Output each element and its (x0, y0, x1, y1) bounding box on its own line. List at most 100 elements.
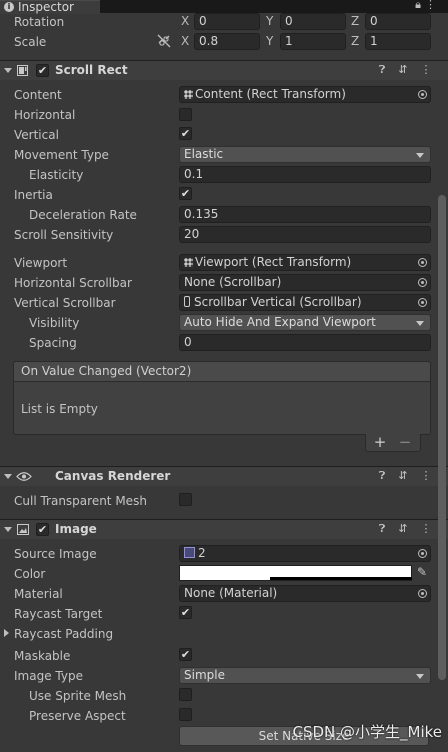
source-image-field[interactable]: 2 (179, 545, 431, 562)
scroll-sensitivity-field[interactable]: 20 (179, 226, 431, 243)
maskable-label: Maskable (14, 649, 71, 663)
scrollbar-icon (184, 296, 190, 307)
object-picker-icon[interactable] (418, 298, 427, 307)
rotation-y-field[interactable]: 0 (280, 13, 346, 30)
rotation-z-axis-label[interactable]: Z (351, 13, 359, 30)
visibility-label: Visibility (29, 316, 80, 330)
source-image-label: Source Image (14, 547, 97, 561)
vertical-label: Vertical (14, 128, 59, 142)
content-field[interactable]: Content (Rect Transform) (179, 86, 431, 103)
image-type-dropdown[interactable]: Simple (179, 667, 431, 684)
component-title: Canvas Renderer (55, 469, 171, 483)
scale-y-field[interactable]: 1 (280, 33, 346, 50)
source-image-value: 2 (198, 546, 206, 560)
object-picker-icon[interactable] (418, 549, 427, 558)
add-listener-button[interactable]: + (370, 434, 390, 451)
raycast-padding-label[interactable]: Raycast Padding (14, 624, 113, 644)
rect-transform-icon (184, 90, 193, 99)
horizontal-label: Horizontal (14, 108, 76, 122)
elasticity-label: Elasticity (29, 168, 84, 182)
horizontal-scrollbar-field[interactable]: None (Scrollbar) (179, 274, 431, 291)
image-enabled-checkbox[interactable]: ✔ (36, 523, 49, 536)
scale-z-axis-label[interactable]: Z (351, 33, 359, 50)
kebab-menu-icon[interactable]: ⋮ (419, 522, 433, 536)
rotation-y-axis-label[interactable]: Y (266, 13, 273, 30)
eyedropper-icon[interactable]: ✎ (414, 564, 430, 581)
material-field[interactable]: None (Material) (179, 585, 431, 602)
use-sprite-mesh-label: Use Sprite Mesh (29, 689, 127, 703)
cull-transparent-mesh-checkbox[interactable] (179, 493, 192, 506)
material-value: None (Material) (184, 586, 278, 600)
inspector-scrollbar[interactable] (438, 195, 446, 680)
horizontal-scrollbar-value: None (Scrollbar) (184, 275, 282, 289)
use-sprite-mesh-checkbox[interactable] (179, 688, 192, 701)
deceleration-rate-field[interactable]: 0.135 (179, 206, 431, 223)
raycast-padding-foldout-icon[interactable] (4, 629, 9, 637)
elasticity-field[interactable]: 0.1 (179, 166, 431, 183)
preserve-aspect-label: Preserve Aspect (29, 709, 126, 723)
maskable-checkbox[interactable]: ✔ (179, 648, 192, 661)
presets-icon[interactable]: ⇵ (396, 63, 410, 77)
image-component-icon (17, 524, 29, 535)
movement-type-dropdown[interactable]: Elastic (179, 146, 431, 163)
spacing-label: Spacing (29, 336, 77, 350)
foldout-arrow-icon[interactable] (4, 474, 12, 479)
foldout-arrow-icon[interactable] (4, 527, 12, 532)
object-picker-icon[interactable] (418, 258, 427, 267)
rotation-x-axis-label[interactable]: X (181, 13, 189, 30)
canvas-renderer-header[interactable]: Canvas Renderer ❓︎ ⇵ ⋮ (0, 466, 448, 486)
help-icon[interactable]: ❓︎ (375, 522, 389, 536)
help-icon[interactable]: ❓︎ (375, 469, 389, 483)
horizontal-checkbox[interactable] (179, 108, 192, 121)
tab-controls[interactable]: 🔒︎⋮ (415, 0, 440, 12)
info-icon: i (4, 2, 14, 12)
viewport-value: Viewport (Rect Transform) (195, 255, 352, 269)
vertical-scrollbar-field[interactable]: Scrollbar Vertical (Scrollbar) (179, 294, 431, 311)
inertia-checkbox[interactable]: ✔ (179, 187, 192, 200)
eye-icon (16, 471, 32, 482)
vertical-scrollbar-label: Vertical Scrollbar (14, 296, 116, 310)
horizontal-scrollbar-label: Horizontal Scrollbar (14, 276, 132, 290)
event-title: On Value Changed (Vector2) (13, 361, 431, 382)
scale-z-field[interactable]: 1 (365, 33, 431, 50)
cull-transparent-mesh-label: Cull Transparent Mesh (14, 494, 147, 508)
help-icon[interactable]: ❓︎ (375, 63, 389, 77)
inertia-label: Inertia (14, 188, 53, 202)
movement-type-label: Movement Type (14, 148, 109, 162)
scale-y-axis-label[interactable]: Y (266, 33, 273, 50)
presets-icon[interactable]: ⇵ (396, 522, 410, 536)
raycast-target-checkbox[interactable]: ✔ (179, 606, 192, 619)
rotation-z-field[interactable]: 0 (365, 13, 431, 30)
constrain-proportions-icon[interactable] (157, 34, 171, 48)
presets-icon[interactable]: ⇵ (396, 469, 410, 483)
foldout-arrow-icon[interactable] (4, 68, 12, 73)
scroll-rect-header[interactable]: ✔ Scroll Rect ❓︎ ⇵ ⋮ (0, 60, 448, 80)
deceleration-rate-label: Deceleration Rate (29, 208, 137, 222)
remove-listener-button[interactable]: − (395, 434, 415, 451)
scale-x-field[interactable]: 0.8 (194, 33, 260, 50)
scroll-sensitivity-label: Scroll Sensitivity (14, 228, 114, 242)
scale-x-axis-label[interactable]: X (181, 33, 189, 50)
vertical-scrollbar-value: Scrollbar Vertical (Scrollbar) (194, 295, 362, 309)
preserve-aspect-checkbox[interactable] (179, 708, 192, 721)
image-header[interactable]: ✔ Image ❓︎ ⇵ ⋮ (0, 519, 448, 539)
rotation-x-field[interactable]: 0 (194, 13, 260, 30)
kebab-menu-icon[interactable]: ⋮ (419, 63, 433, 77)
lock-icon[interactable]: 🔒︎ (415, 0, 425, 11)
rect-transform-icon (184, 258, 193, 267)
object-picker-icon[interactable] (418, 589, 427, 598)
raycast-target-label: Raycast Target (14, 607, 103, 621)
viewport-field[interactable]: Viewport (Rect Transform) (179, 254, 431, 271)
vertical-checkbox[interactable]: ✔ (179, 127, 192, 140)
spacing-field[interactable]: 0 (179, 334, 431, 351)
object-picker-icon[interactable] (418, 278, 427, 287)
visibility-dropdown[interactable]: Auto Hide And Expand Viewport (179, 314, 431, 331)
scroll-rect-enabled-checkbox[interactable]: ✔ (36, 64, 49, 77)
object-picker-icon[interactable] (418, 90, 427, 99)
kebab-menu-icon[interactable]: ⋮ (419, 469, 433, 483)
sprite-icon (184, 547, 195, 558)
content-label: Content (14, 88, 62, 102)
content-value: Content (Rect Transform) (195, 87, 346, 101)
component-title: Image (55, 522, 97, 536)
kebab-menu-icon[interactable]: ⋮ (425, 0, 440, 11)
